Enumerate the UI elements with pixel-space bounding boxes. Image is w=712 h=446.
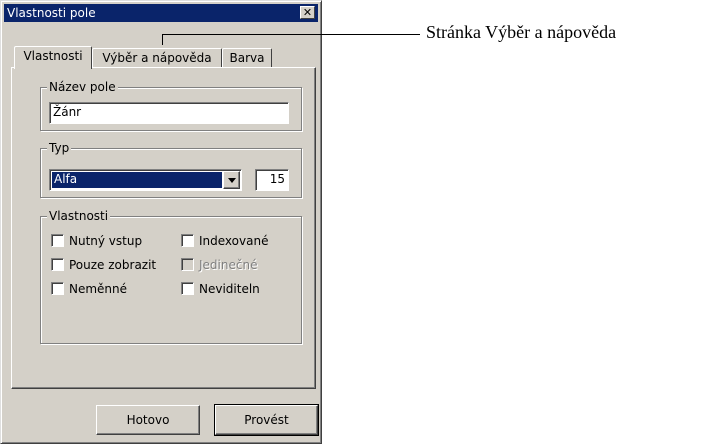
tab-barva[interactable]: Barva: [222, 48, 272, 68]
checkbox-label: Indexované: [199, 234, 269, 248]
field-name-group: Název pole Žánr: [40, 80, 302, 131]
tab-vlastnosti[interactable]: Vlastnosti: [14, 46, 92, 69]
type-group: Typ Alfa 15: [40, 141, 302, 198]
field-name-input[interactable]: Žánr: [49, 102, 289, 124]
chevron-down-icon[interactable]: [223, 171, 240, 189]
tab-panel-vlastnosti: Název pole Žánr Typ Alfa 15 Vlastnosti N…: [11, 67, 316, 389]
properties-group: Vlastnosti Nutný vstup Indexované Pouze …: [40, 209, 302, 344]
checkbox-box[interactable]: [181, 282, 194, 295]
checkbox-box[interactable]: [51, 234, 64, 247]
type-group-label: Typ: [47, 141, 72, 155]
callout-pointer: [162, 34, 163, 45]
checkbox-label: Nutný vstup: [69, 234, 143, 248]
checkbox-box[interactable]: [51, 258, 64, 271]
tab-vlastnosti-label: Vlastnosti: [23, 49, 83, 63]
tab-barva-label: Barva: [229, 51, 265, 65]
checkbox-box: [181, 258, 194, 271]
checkbox-label: Jedinečné: [199, 258, 258, 272]
apply-button[interactable]: Provést: [214, 404, 319, 436]
tab-vyber-a-napoveda[interactable]: Výběr a nápověda: [92, 48, 222, 68]
properties-group-label: Vlastnosti: [47, 209, 111, 223]
checkbox-label: Neviditeln: [199, 282, 260, 296]
field-size-input[interactable]: 15: [255, 169, 289, 191]
callout-line: [162, 34, 420, 35]
checkbox-label: Neměnné: [69, 282, 128, 296]
checkbox-box[interactable]: [51, 282, 64, 295]
callout-label: Stránka Výběr a nápověda: [426, 22, 617, 42]
checkbox-box[interactable]: [181, 234, 194, 247]
done-button[interactable]: Hotovo: [96, 405, 200, 435]
close-icon[interactable]: ✕: [300, 6, 315, 19]
type-select[interactable]: Alfa: [49, 169, 242, 191]
title-bar[interactable]: Vlastnosti pole ✕: [4, 4, 318, 22]
window-title: Vlastnosti pole: [7, 6, 96, 20]
tab-vyber-a-napoveda-label: Výběr a nápověda: [102, 51, 212, 65]
field-properties-dialog: Vlastnosti pole ✕ Vlastnosti Výběr a náp…: [0, 0, 322, 444]
type-select-value: Alfa: [52, 172, 222, 188]
checkbox-label: Pouze zobrazit: [69, 258, 157, 272]
field-name-group-label: Název pole: [47, 80, 118, 94]
